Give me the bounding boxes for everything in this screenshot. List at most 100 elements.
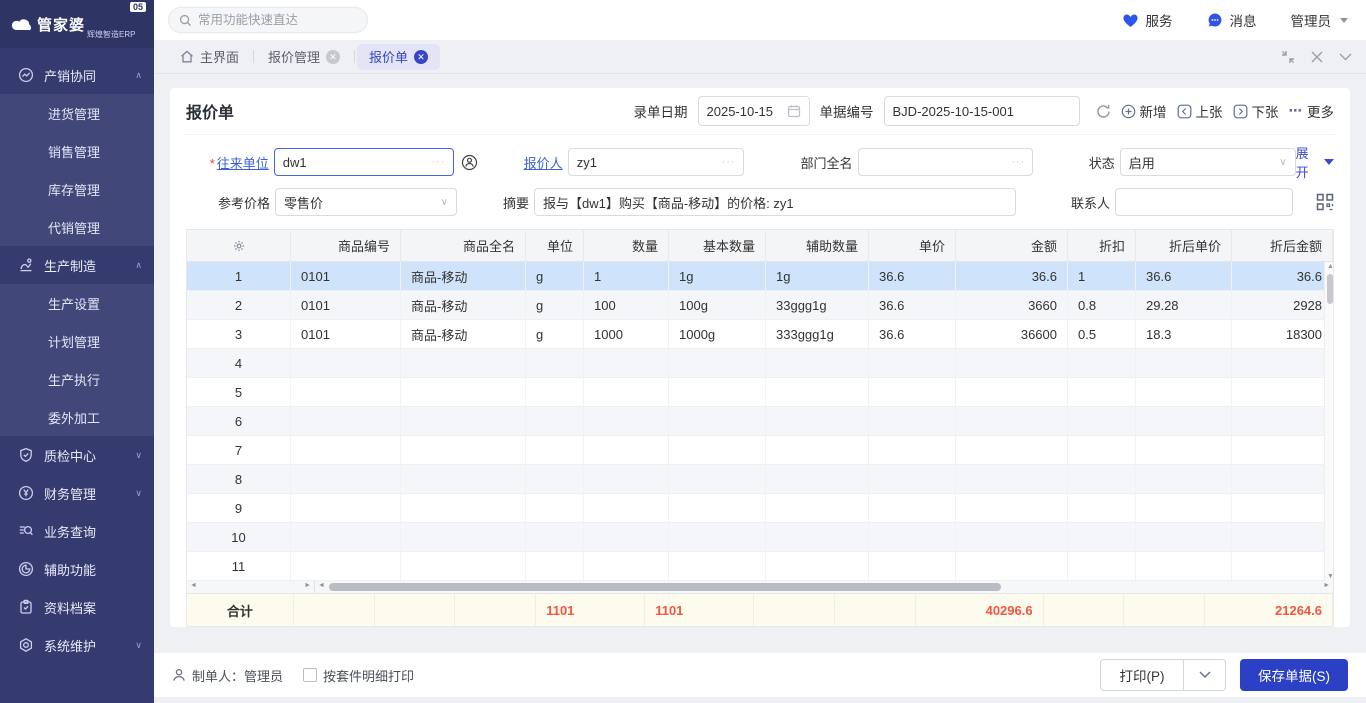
- vertical-scrollbar[interactable]: ▲ ▼: [1324, 262, 1333, 581]
- table-row[interactable]: 10: [187, 523, 1333, 552]
- cell: 0.5: [1068, 320, 1136, 348]
- doc-no-input[interactable]: BJD-2025-10-15-001: [884, 96, 1080, 126]
- contact-input[interactable]: [1115, 188, 1293, 216]
- sidebar-group-6[interactable]: 资料档案: [0, 588, 154, 626]
- sidebar-item-1-2[interactable]: 生产执行: [0, 360, 154, 398]
- prev-label: 上张: [1196, 101, 1223, 121]
- quoter-input[interactable]: zy1 ···: [568, 148, 744, 176]
- sidebar-item-0-3[interactable]: 代销管理: [0, 208, 154, 246]
- sidebar-group-7[interactable]: 系统维护∨: [0, 626, 154, 664]
- table-settings-icon[interactable]: [187, 230, 291, 261]
- sidebar-item-0-0[interactable]: 进货管理: [0, 94, 154, 132]
- ellipsis-picker-icon[interactable]: ···: [1011, 156, 1025, 168]
- cell: [1068, 349, 1136, 377]
- record-date-input[interactable]: 2025-10-15: [698, 96, 810, 126]
- quick-search[interactable]: [168, 7, 368, 33]
- scroll-right-icon[interactable]: ►: [1323, 582, 1330, 589]
- sidebar-group-4[interactable]: 业务查询: [0, 512, 154, 550]
- table-row[interactable]: 8: [187, 465, 1333, 494]
- v-scroll-thumb[interactable]: [1327, 274, 1333, 304]
- column-header: 基本数量: [669, 230, 766, 261]
- table-row[interactable]: 5: [187, 378, 1333, 407]
- summary-input[interactable]: 报与【dw1】购买【商品-移动】的价格: zy1: [534, 188, 1016, 216]
- sidebar-item-0-1[interactable]: 销售管理: [0, 132, 154, 170]
- scroll-right-icon[interactable]: ►: [304, 582, 311, 589]
- tab-0[interactable]: 主界面: [168, 44, 251, 70]
- tab-close-icon[interactable]: ✕: [326, 50, 340, 64]
- messages-menu[interactable]: 消息: [1207, 10, 1257, 30]
- close-icon[interactable]: [1311, 51, 1323, 63]
- chevron-down-icon: ∨: [135, 640, 142, 651]
- ellipsis-picker-icon[interactable]: ···: [722, 156, 736, 168]
- calendar-icon: [787, 104, 801, 118]
- add-button[interactable]: 新增: [1121, 101, 1167, 121]
- more-button[interactable]: ⋯ 更多: [1289, 101, 1335, 121]
- cell: [584, 436, 669, 464]
- next-record-button[interactable]: 下张: [1233, 101, 1279, 121]
- print-detail-checkbox[interactable]: [303, 668, 317, 682]
- tab-close-icon[interactable]: ✕: [414, 50, 428, 64]
- cell: [291, 523, 401, 551]
- print-button[interactable]: 打印(P): [1100, 659, 1184, 691]
- search-input[interactable]: [198, 13, 348, 27]
- department-input[interactable]: ···: [858, 148, 1034, 176]
- sidebar-item-1-1[interactable]: 计划管理: [0, 322, 154, 360]
- scroll-up-icon[interactable]: ▲: [1327, 263, 1334, 270]
- quoter-label[interactable]: 报价人: [504, 153, 563, 172]
- table-row[interactable]: 4: [187, 349, 1333, 378]
- service-menu[interactable]: 服务: [1122, 10, 1173, 30]
- sidebar-item-1-3[interactable]: 委外加工: [0, 398, 154, 436]
- cell: [1136, 407, 1232, 435]
- save-button[interactable]: 保存单据(S): [1240, 659, 1348, 691]
- prev-record-button[interactable]: 上张: [1177, 101, 1223, 121]
- qr-code-icon[interactable]: [1316, 193, 1334, 211]
- print-dropdown-button[interactable]: [1184, 659, 1226, 691]
- scroll-down-icon[interactable]: ▼: [1327, 573, 1334, 580]
- chevron-down-icon[interactable]: [1339, 53, 1352, 61]
- price-ref-value: 零售价: [284, 193, 323, 212]
- cell: [669, 494, 766, 522]
- horizontal-scrollbar[interactable]: ◄ ► ◄ ►: [186, 581, 1334, 593]
- sidebar-group-5[interactable]: 辅助功能: [0, 550, 154, 588]
- scroll-left-icon[interactable]: ◄: [190, 582, 197, 589]
- table-row[interactable]: 7: [187, 436, 1333, 465]
- user-menu[interactable]: 管理员: [1291, 10, 1349, 30]
- ellipsis-picker-icon[interactable]: ···: [432, 156, 446, 168]
- table-row[interactable]: 9: [187, 494, 1333, 523]
- cell: [669, 349, 766, 377]
- table-row[interactable]: 11: [187, 552, 1333, 581]
- partner-input[interactable]: dw1 ···: [274, 148, 454, 176]
- status-select[interactable]: 启用 ∨: [1120, 148, 1296, 176]
- table-row[interactable]: 6: [187, 407, 1333, 436]
- cell: g: [526, 320, 584, 348]
- table-row[interactable]: 20101商品-移动g100100g33ggg1g36.636600.829.2…: [187, 291, 1333, 320]
- price-ref-select[interactable]: 零售价 ∨: [275, 188, 457, 216]
- sidebar-group-3[interactable]: 财务管理∨: [0, 474, 154, 512]
- scroll-left-icon[interactable]: ◄: [318, 582, 325, 589]
- main-pane-scrollbar[interactable]: ◄ ►: [315, 581, 1333, 593]
- sidebar-group-2[interactable]: 质检中心∨: [0, 436, 154, 474]
- brand-subtitle: 辉煌智造ERP: [87, 29, 135, 40]
- tab-2[interactable]: 报价单✕: [357, 44, 440, 70]
- frozen-pane-scrollbar[interactable]: ◄ ►: [187, 581, 315, 593]
- table-row[interactable]: 10101商品-移动g11g1g36.636.6136.636.6: [187, 262, 1333, 291]
- collapse-icon[interactable]: [1281, 50, 1295, 64]
- refresh-icon[interactable]: [1096, 104, 1111, 119]
- partner-link[interactable]: 往来单位: [217, 156, 269, 171]
- tab-1[interactable]: 报价管理✕: [256, 44, 352, 70]
- expand-label: 展开: [1296, 143, 1321, 181]
- cell: [766, 494, 869, 522]
- partner-info-icon[interactable]: [461, 154, 478, 171]
- archive-icon: [18, 599, 35, 616]
- sidebar-group-0[interactable]: 产销协同∧: [0, 56, 154, 94]
- table-row[interactable]: 30101商品-移动g10001000g333ggg1g36.6366000.5…: [187, 320, 1333, 349]
- cell: 1000g: [669, 320, 766, 348]
- cell: 0101: [291, 320, 401, 348]
- maker-label: 制单人：管理员: [192, 666, 283, 685]
- sidebar-group-1[interactable]: 生产制造∧: [0, 246, 154, 284]
- h-scroll-thumb[interactable]: [329, 583, 1001, 591]
- sidebar-item-0-2[interactable]: 库存管理: [0, 170, 154, 208]
- expand-toggle[interactable]: 展开: [1296, 143, 1334, 181]
- user-icon: [172, 668, 186, 682]
- sidebar-item-1-0[interactable]: 生产设置: [0, 284, 154, 322]
